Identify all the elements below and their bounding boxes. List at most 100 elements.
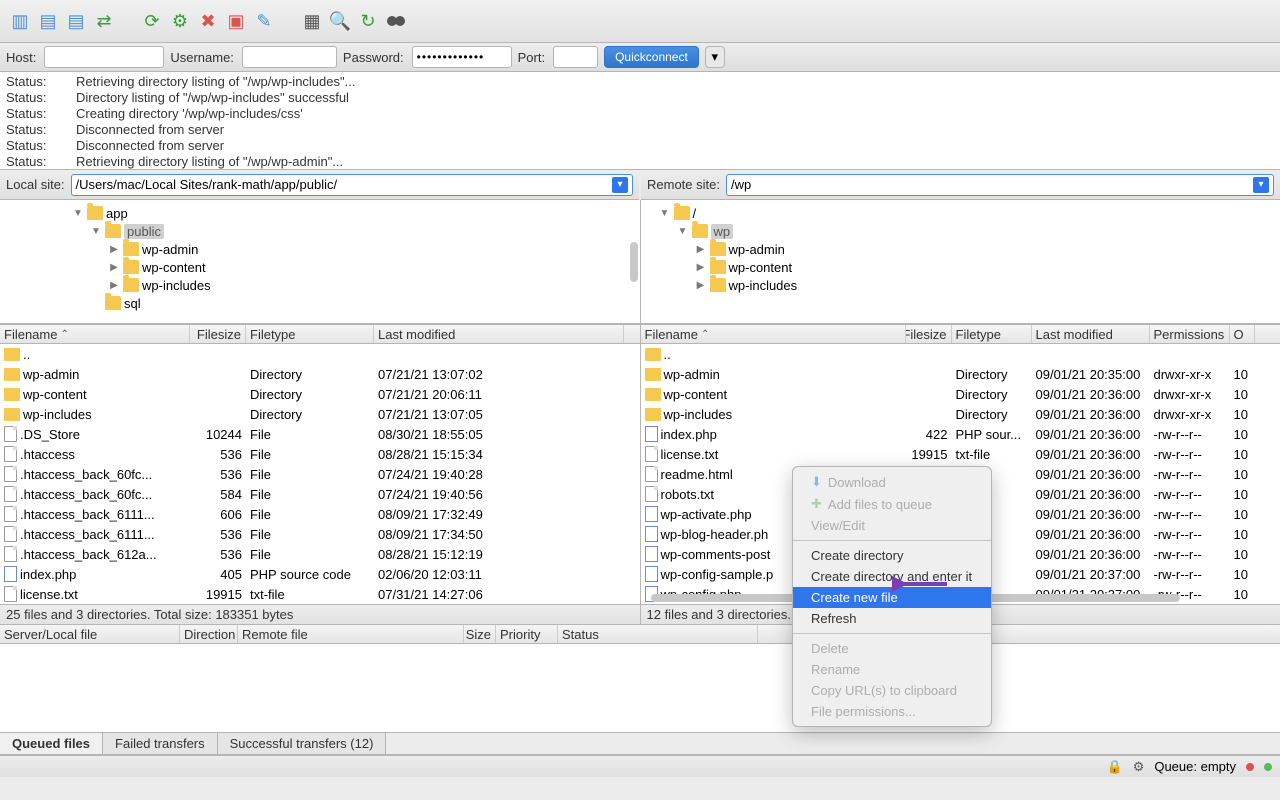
tree-item[interactable]: ▼wp <box>641 222 1280 240</box>
remote-path-combo[interactable]: /wp ▾ <box>726 174 1274 196</box>
file-row[interactable]: .. <box>641 344 1280 364</box>
php-file-icon <box>645 566 658 582</box>
refresh-icon[interactable]: ⟳ <box>140 9 164 33</box>
local-list-body[interactable]: ..wp-adminDirectory07/21/21 13:07:02wp-c… <box>0 344 640 604</box>
column-header[interactable]: Filename ⌃ <box>641 325 906 343</box>
folder-icon <box>4 408 20 421</box>
tree-item[interactable]: ▼public <box>0 222 640 240</box>
menu-create-directory[interactable]: Create directory <box>793 545 991 566</box>
column-header[interactable]: Priority <box>496 625 558 643</box>
column-header[interactable]: Filesize <box>190 325 246 343</box>
column-header[interactable]: Filetype <box>952 325 1032 343</box>
chevron-down-icon[interactable]: ▾ <box>1253 177 1269 193</box>
file-row[interactable]: .htaccess_back_60fc...536File07/24/21 19… <box>0 464 640 484</box>
quickconnect-button[interactable]: Quickconnect <box>604 46 699 68</box>
file-row[interactable]: index.php405PHP source code02/06/20 12:0… <box>0 564 640 584</box>
cancel-icon[interactable]: ✖ <box>196 9 220 33</box>
column-header[interactable]: Remote file <box>238 625 464 643</box>
column-header[interactable]: Status <box>558 625 758 643</box>
file-row[interactable]: license.txt19915txt-file07/31/21 14:27:0… <box>0 584 640 604</box>
toggle-log-icon[interactable]: ▤ <box>36 9 60 33</box>
search-icon[interactable]: 🔍 <box>328 9 352 33</box>
file-row[interactable]: wp-adminDirectory09/01/21 20:35:00drwxr-… <box>641 364 1280 384</box>
menu-create-directory-enter[interactable]: Create directory and enter it <box>793 566 991 587</box>
password-input[interactable]: ••••••••••••• <box>412 46 512 68</box>
column-header[interactable]: Direction <box>180 625 238 643</box>
column-header[interactable]: O <box>1230 325 1255 343</box>
quickconnect-dropdown[interactable]: ▾ <box>705 46 725 68</box>
gear-icon[interactable]: ⚙ <box>1133 759 1145 775</box>
tree-item[interactable]: ▶wp-includes <box>0 276 640 294</box>
filter-icon[interactable]: ▦ <box>300 9 324 33</box>
failed-transfers-tab[interactable]: Failed transfers <box>103 733 218 754</box>
tree-item[interactable]: ▼/ <box>641 204 1280 222</box>
status-bar: 🔒 ⚙ Queue: empty <box>0 755 1280 777</box>
file-row[interactable]: .htaccess536File08/28/21 15:15:34 <box>0 444 640 464</box>
port-input[interactable] <box>553 46 598 68</box>
file-row[interactable]: .htaccess_back_60fc...584File07/24/21 19… <box>0 484 640 504</box>
file-row[interactable]: .. <box>0 344 640 364</box>
menu-delete[interactable]: Delete <box>793 638 991 659</box>
successful-transfers-tab[interactable]: Successful transfers (12) <box>218 733 387 754</box>
column-header[interactable]: Permissions <box>1150 325 1230 343</box>
disconnect-icon[interactable]: ▣ <box>224 9 248 33</box>
tree-item[interactable]: ▶wp-admin <box>0 240 640 258</box>
queue-body[interactable] <box>0 644 1280 733</box>
local-tree[interactable]: ▼app▼public▶wp-admin▶wp-content▶wp-inclu… <box>0 200 641 324</box>
column-header[interactable]: Last modified <box>1032 325 1150 343</box>
file-icon <box>645 446 658 462</box>
tree-item[interactable]: ▶wp-content <box>0 258 640 276</box>
menu-create-new-file[interactable]: Create new file <box>793 587 991 608</box>
file-row[interactable]: wp-contentDirectory09/01/21 20:36:00drwx… <box>641 384 1280 404</box>
tree-item[interactable]: ▼app <box>0 204 640 222</box>
menu-file-permissions[interactable]: File permissions... <box>793 701 991 722</box>
column-header[interactable]: Filetype <box>246 325 374 343</box>
column-header[interactable]: Server/Local file <box>0 625 180 643</box>
process-queue-icon[interactable]: ⚙ <box>168 9 192 33</box>
menu-add-to-queue[interactable]: ✚Add files to queue <box>793 493 991 515</box>
host-input[interactable] <box>44 46 164 68</box>
log-line: Status:Retrieving directory listing of "… <box>6 154 1274 170</box>
menu-copy-urls[interactable]: Copy URL(s) to clipboard <box>793 680 991 701</box>
username-input[interactable] <box>242 46 337 68</box>
menu-rename[interactable]: Rename <box>793 659 991 680</box>
php-file-icon <box>4 566 17 582</box>
folder-icon <box>87 206 103 220</box>
file-row[interactable]: wp-includesDirectory07/21/21 13:07:05 <box>0 404 640 424</box>
sitemanager-icon[interactable]: ▥ <box>8 9 32 33</box>
context-menu: ⬇Download ✚Add files to queue View/Edit … <box>792 466 992 727</box>
toggle-tree-icon[interactable]: ▤ <box>64 9 88 33</box>
column-header[interactable]: Filename ⌃ <box>0 325 190 343</box>
column-header[interactable]: Size <box>464 625 496 643</box>
tree-item[interactable]: sql <box>0 294 640 312</box>
activity-indicator-green <box>1264 763 1272 771</box>
find-icon[interactable] <box>384 9 408 33</box>
column-header[interactable]: Last modified <box>374 325 624 343</box>
tree-item[interactable]: ▶wp-admin <box>641 240 1280 258</box>
tree-item[interactable]: ▶wp-content <box>641 258 1280 276</box>
file-row[interactable]: .htaccess_back_6111...606File08/09/21 17… <box>0 504 640 524</box>
menu-view-edit[interactable]: View/Edit <box>793 515 991 536</box>
file-row[interactable]: license.txt19915txt-file09/01/21 20:36:0… <box>641 444 1280 464</box>
file-row[interactable]: wp-includesDirectory09/01/21 20:36:00drw… <box>641 404 1280 424</box>
tree-item[interactable]: ▶wp-includes <box>641 276 1280 294</box>
reconnect-icon[interactable]: ✎ <box>252 9 276 33</box>
file-row[interactable]: wp-adminDirectory07/21/21 13:07:02 <box>0 364 640 384</box>
menu-refresh[interactable]: Refresh <box>793 608 991 629</box>
queued-files-tab[interactable]: Queued files <box>0 733 103 754</box>
local-path-combo[interactable]: /Users/mac/Local Sites/rank-math/app/pub… <box>71 174 633 196</box>
file-row[interactable]: wp-contentDirectory07/21/21 20:06:11 <box>0 384 640 404</box>
column-header[interactable]: Filesize <box>906 325 952 343</box>
file-row[interactable]: .DS_Store10244File08/30/21 18:55:05 <box>0 424 640 444</box>
chevron-down-icon[interactable]: ▾ <box>612 177 628 193</box>
file-icon <box>4 506 17 522</box>
scrollbar[interactable] <box>630 242 638 282</box>
file-row[interactable]: index.php422PHP sour...09/01/21 20:36:00… <box>641 424 1280 444</box>
compare-icon[interactable]: ↻ <box>356 9 380 33</box>
toggle-queue-icon[interactable]: ⇄ <box>92 9 116 33</box>
menu-download[interactable]: ⬇Download <box>793 471 991 493</box>
file-row[interactable]: .htaccess_back_6111...536File08/09/21 17… <box>0 524 640 544</box>
remote-tree[interactable]: ▼/▼wp▶wp-admin▶wp-content▶wp-includes <box>641 200 1280 324</box>
file-row[interactable]: .htaccess_back_612a...536File08/28/21 15… <box>0 544 640 564</box>
main-toolbar: ▥ ▤ ▤ ⇄ ⟳ ⚙ ✖ ▣ ✎ ▦ 🔍 ↻ <box>0 0 1280 42</box>
